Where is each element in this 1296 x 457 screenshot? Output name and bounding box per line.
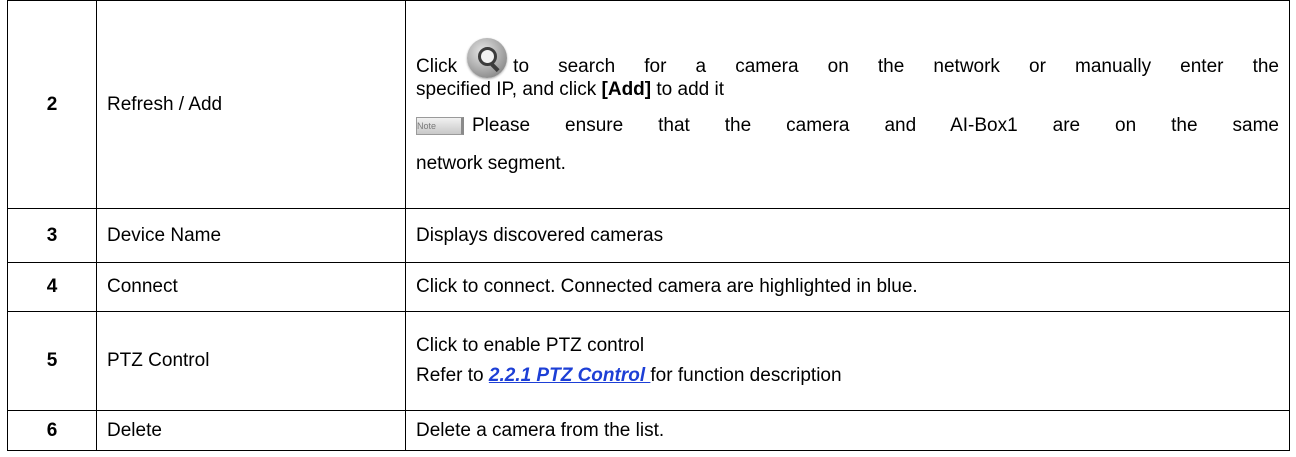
- description-text: for function description: [650, 365, 842, 386]
- row-description: Click to enable PTZ control Refer to 2.2…: [405, 311, 1290, 411]
- row-description: Delete a camera from the list.: [405, 410, 1290, 451]
- table-row: 3 Device Name Displays discovered camera…: [7, 208, 1290, 263]
- table-row: 4 Connect Click to connect. Connected ca…: [7, 262, 1290, 312]
- row-number: 2: [7, 0, 97, 209]
- row-name: Delete: [96, 410, 406, 451]
- row-number: 6: [7, 410, 97, 451]
- table-row: 5 PTZ Control Click to enable PTZ contro…: [7, 311, 1290, 411]
- description-line: specified IP, and click [Add] to add it: [416, 78, 1279, 102]
- row-name: PTZ Control: [96, 311, 406, 411]
- description-line: Click to search for a camera on the netwo…: [416, 37, 1279, 79]
- row-number: 3: [7, 208, 97, 263]
- note-text: network segment.: [416, 152, 566, 174]
- note-line: Note Please ensure that the camera and AI…: [416, 114, 1279, 138]
- description-text: Refer to: [416, 365, 489, 386]
- description-text: to add it: [651, 79, 725, 101]
- row-name: Device Name: [96, 208, 406, 263]
- row-name: Connect: [96, 262, 406, 312]
- function-description-table: 2 Refresh / Add Click to search for a cam…: [7, 0, 1290, 451]
- row-description: Displays discovered cameras: [405, 208, 1290, 263]
- description-line: Click to enable PTZ control: [416, 335, 645, 357]
- row-description: Click to connect. Connected camera are h…: [405, 262, 1290, 312]
- description-line: Refer to 2.2.1 PTZ Control for function …: [416, 364, 1279, 388]
- search-refresh-icon: [467, 37, 508, 78]
- row-number: 4: [7, 262, 97, 312]
- description-text: to search for a camera on the network or…: [513, 55, 1279, 77]
- row-number: 5: [7, 311, 97, 411]
- ptz-control-link[interactable]: 2.2.1 PTZ Control: [489, 365, 651, 386]
- row-description: Click to search for a camera on the netwo…: [405, 0, 1290, 209]
- description-text: specified IP, and click: [416, 79, 602, 101]
- note-icon: Note: [416, 117, 464, 135]
- add-label: [Add]: [601, 79, 652, 101]
- note-text: Please ensure that the camera and AI-Box…: [472, 115, 1279, 136]
- row-name: Refresh / Add: [96, 0, 406, 209]
- note-line: network segment.: [416, 152, 1279, 176]
- table-row: 6 Delete Delete a camera from the list.: [7, 410, 1290, 451]
- table-row: 2 Refresh / Add Click to search for a cam…: [7, 0, 1290, 209]
- description-text: Click: [416, 55, 458, 77]
